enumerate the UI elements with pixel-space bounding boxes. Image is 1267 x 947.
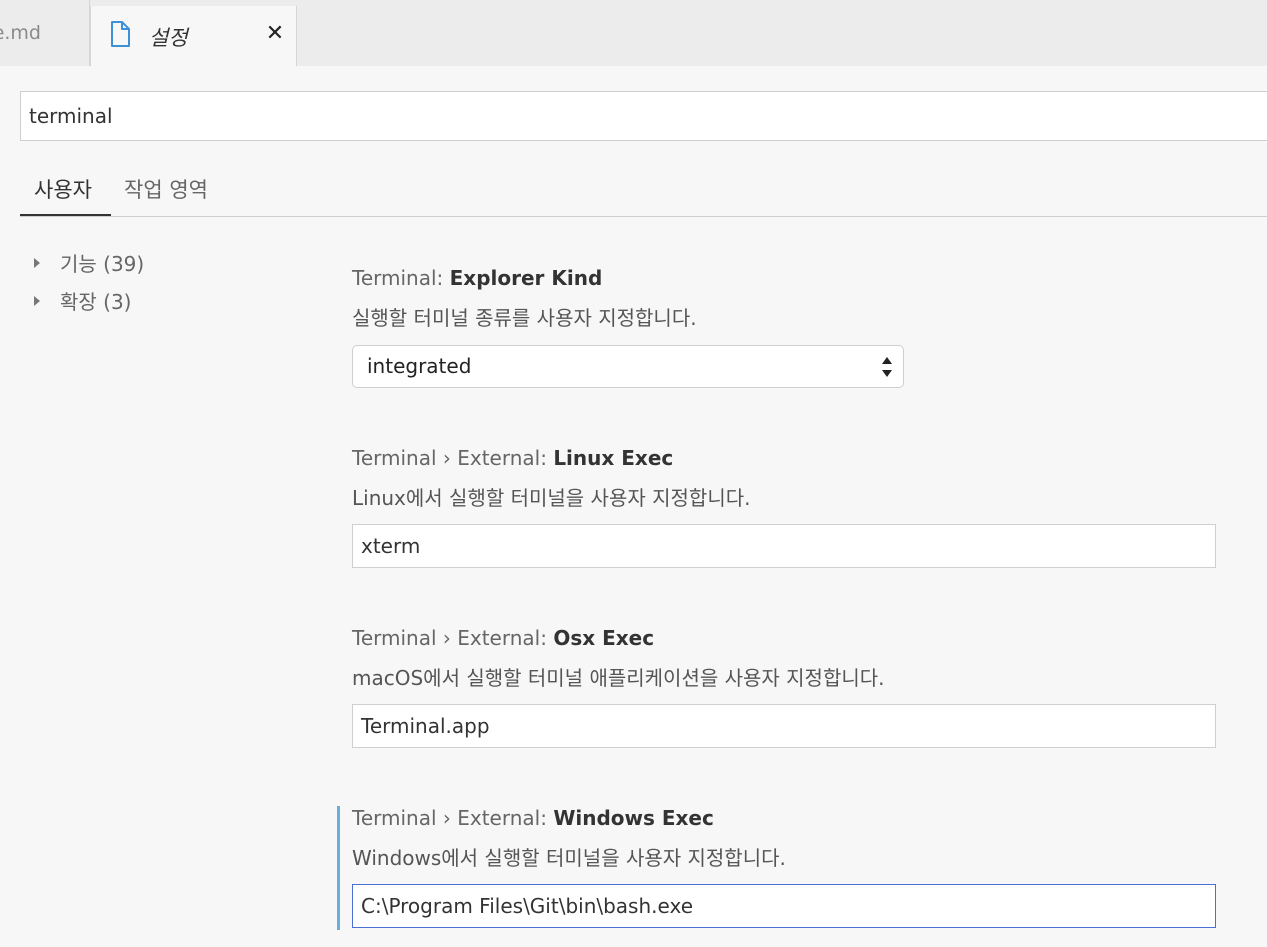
tab-label: 설정 [149, 26, 188, 50]
toc-item-extensions[interactable]: 확장 (3) [30, 286, 132, 315]
setting-title: Terminal › External: Windows Exec [352, 806, 714, 830]
setting-linux-exec: Terminal › External: Linux Exec Linux에서 … [352, 446, 1222, 568]
setting-title: Terminal › External: Osx Exec [352, 626, 655, 650]
file-icon [111, 21, 130, 47]
setting-description: Windows에서 실행할 터미널을 사용자 지정합니다. [352, 846, 786, 870]
settings-search-input[interactable]: terminal [20, 91, 1267, 141]
osx-exec-input[interactable]: Terminal.app [352, 704, 1216, 748]
select-arrows-icon [882, 357, 892, 377]
settings-scope-tabs: 사용자 작업 영역 [20, 160, 1267, 217]
toc-label: 확장 (3) [60, 290, 132, 314]
input-value: C:\Program Files\Git\bin\bash.exe [361, 894, 693, 918]
setting-description: 실행할 터미널 종류를 사용자 지정합니다. [352, 306, 697, 330]
tab-workspace[interactable]: 작업 영역 [124, 174, 208, 204]
explorer-kind-select[interactable]: integrated [352, 345, 904, 388]
input-value: Terminal.app [361, 714, 490, 738]
toc-label: 기능 (39) [60, 252, 145, 276]
setting-explorer-kind: Terminal: Explorer Kind 실행할 터미널 종류를 사용자 … [352, 266, 1222, 388]
setting-osx-exec: Terminal › External: Osx Exec macOS에서 실행… [352, 626, 1222, 748]
setting-description: macOS에서 실행할 터미널 애플리케이션을 사용자 지정합니다. [352, 666, 885, 690]
tab-label: e.md [0, 22, 41, 44]
windows-exec-input[interactable]: C:\Program Files\Git\bin\bash.exe [352, 884, 1216, 928]
setting-title: Terminal › External: Linux Exec [352, 446, 674, 470]
tab-readme[interactable]: e.md [0, 0, 90, 66]
setting-title: Terminal: Explorer Kind [352, 266, 603, 290]
editor-tab-bar: e.md 설정 ✕ [0, 0, 1267, 66]
tab-settings[interactable]: 설정 ✕ [90, 6, 297, 66]
tab-user[interactable]: 사용자 [34, 174, 92, 204]
active-tab-indicator [20, 214, 111, 216]
close-icon[interactable]: ✕ [263, 22, 287, 46]
setting-windows-exec: Terminal › External: Windows Exec Window… [352, 806, 1222, 928]
chevron-right-icon [34, 295, 40, 306]
chevron-right-icon [34, 257, 40, 268]
search-value: terminal [29, 104, 113, 128]
select-value: integrated [367, 354, 472, 378]
focused-setting-indicator [337, 806, 340, 930]
toc-item-features[interactable]: 기능 (39) [30, 248, 144, 277]
setting-description: Linux에서 실행할 터미널을 사용자 지정합니다. [352, 486, 751, 510]
input-value: xterm [361, 534, 421, 558]
linux-exec-input[interactable]: xterm [352, 524, 1216, 568]
